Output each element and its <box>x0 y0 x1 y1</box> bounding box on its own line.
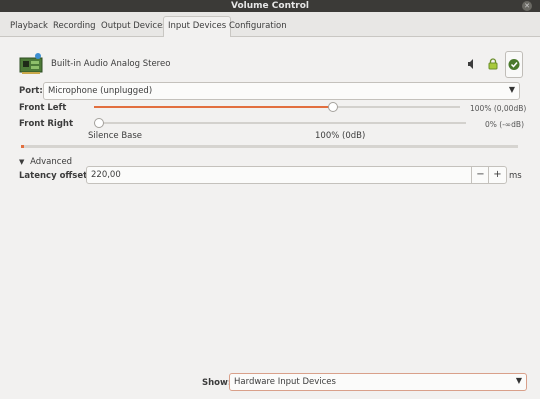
front-left-slider-knob[interactable] <box>327 102 338 112</box>
latency-offset-input[interactable]: 220,00 <box>91 170 121 180</box>
tab-playback[interactable]: Playback <box>6 17 52 35</box>
front-left-slider[interactable] <box>94 102 460 112</box>
latency-increment-button[interactable]: + <box>488 167 506 183</box>
channel-label-front-left: Front Left <box>19 103 67 113</box>
peak-meter-fill <box>21 145 24 148</box>
window-title: Volume Control <box>231 1 309 11</box>
show-value: Hardware Input Devices <box>234 377 336 387</box>
show-select[interactable]: Hardware Input Devices ▼ <box>229 373 527 391</box>
close-button[interactable]: ✕ <box>522 1 532 11</box>
front-left-volume: 100% (0,00dB) <box>470 104 527 113</box>
channel-label-front-right: Front Right <box>19 119 74 129</box>
checkmark-icon <box>508 59 520 70</box>
lock-icon[interactable] <box>487 58 499 70</box>
latency-offset-label: Latency offset: <box>19 171 91 181</box>
close-icon: ✕ <box>524 2 530 10</box>
advanced-expander[interactable]: ▼ Advanced <box>19 157 72 167</box>
tab-input-devices[interactable]: Input Devices <box>163 16 232 37</box>
title-bar: Volume Control <box>0 0 540 12</box>
speaker-mute-icon[interactable] <box>466 58 478 70</box>
port-label: Port: <box>19 86 43 96</box>
tab-output-devices[interactable]: Output Devices <box>97 17 171 35</box>
set-default-button[interactable] <box>505 51 523 78</box>
port-value: Microphone (unplugged) <box>48 86 153 96</box>
port-select[interactable]: Microphone (unplugged) ▼ <box>43 82 520 100</box>
audio-card-icon <box>19 52 43 76</box>
advanced-label: Advanced <box>30 157 73 167</box>
dropdown-arrow-icon: ▼ <box>508 85 515 94</box>
tab-recording[interactable]: Recording <box>49 17 100 35</box>
latency-decrement-button[interactable]: − <box>471 167 489 183</box>
tab-configuration[interactable]: Configuration <box>225 17 291 35</box>
show-label: Show: <box>202 378 232 388</box>
expander-arrow-icon: ▼ <box>19 158 25 166</box>
dropdown-arrow-icon: ▼ <box>515 376 522 385</box>
tab-bar: Playback Recording Output Devices Input … <box>0 12 540 37</box>
latency-unit: ms <box>509 171 522 181</box>
peak-meter <box>21 145 518 148</box>
scale-label-100: 100% (0dB) <box>315 131 366 141</box>
front-right-volume: 0% (-∞dB) <box>485 120 524 129</box>
front-right-slider-knob[interactable] <box>94 118 104 128</box>
latency-offset-spinbox[interactable]: 220,00 − + <box>86 166 507 184</box>
front-left-slider-fill <box>94 106 332 108</box>
scale-label-silence: Silence Base <box>88 131 143 141</box>
device-name: Built-in Audio Analog Stereo <box>51 59 171 69</box>
front-right-slider[interactable] <box>94 118 466 128</box>
